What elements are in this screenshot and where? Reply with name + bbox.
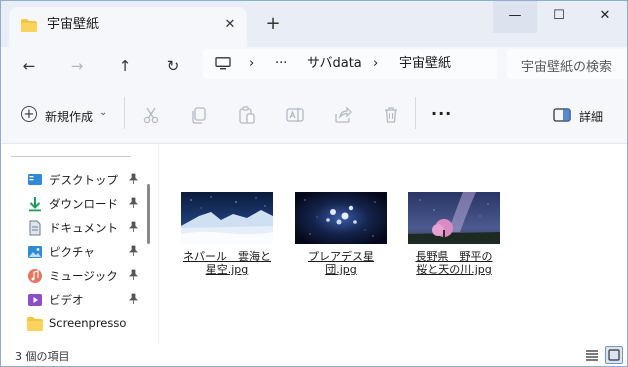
- breadcrumb-separator[interactable]: ›: [249, 55, 254, 73]
- close-window-button[interactable]: ✕: [583, 1, 627, 33]
- command-bar: + 新規作成 ⌄ ··· 詳細: [1, 85, 627, 144]
- share-icon[interactable]: [333, 105, 353, 125]
- sidebar-item-desktop[interactable]: デスクトップ: [27, 169, 145, 191]
- file-name-line: 桜と天の川.jpg: [416, 263, 492, 276]
- paste-icon[interactable]: [237, 105, 257, 125]
- pin-icon: [129, 245, 138, 256]
- download-icon: [29, 197, 41, 212]
- file-explorer-window: 宇宙壁紙 ✕ + — ☐ ✕ ← → ↑ ↻ › ··· サバdata › 宇宙…: [0, 0, 628, 367]
- details-pane-icon: [553, 108, 571, 122]
- file-item[interactable]: ネパール 雲海と 星空.jpg: [181, 192, 273, 276]
- pc-icon: [215, 57, 231, 70]
- large-icons-view-button[interactable]: [605, 346, 623, 364]
- sidebar-item-screenpresso[interactable]: Screenpresso: [27, 313, 145, 335]
- sidebar-item-label: ミュージック: [49, 269, 118, 283]
- cut-icon[interactable]: [141, 105, 161, 125]
- pin-icon: [129, 173, 138, 184]
- sidebar-item-label: ピクチャ: [49, 245, 95, 259]
- maximize-button[interactable]: ☐: [537, 1, 581, 33]
- copy-icon[interactable]: [189, 105, 209, 125]
- forward-button[interactable]: →: [65, 55, 89, 77]
- thumbnail-view-icon: [608, 349, 620, 361]
- details-label: 詳細: [579, 110, 604, 124]
- details-view-icon[interactable]: [583, 346, 601, 364]
- music-icon: [28, 269, 42, 283]
- desktop-icon: [28, 174, 42, 185]
- toolbar-divider: [415, 97, 416, 129]
- sidebar-item-label: ビデオ: [49, 293, 84, 307]
- nav-divider: [11, 156, 131, 157]
- minimize-button[interactable]: —: [493, 1, 537, 33]
- status-bar: 3 個の項目: [1, 344, 627, 366]
- file-name[interactable]: 長野県 野平の 桜と天の川.jpg: [408, 250, 500, 276]
- address-bar[interactable]: › ··· サバdata › 宇宙壁紙: [203, 49, 497, 79]
- navigation-bar: ← → ↑ ↻ › ··· サバdata › 宇宙壁紙 宇宙壁紙の検索: [1, 47, 627, 85]
- rename-icon[interactable]: [285, 105, 305, 125]
- breadcrumb-current-folder[interactable]: 宇宙壁紙: [399, 55, 451, 73]
- sidebar-item-music[interactable]: ミュージック: [27, 265, 145, 287]
- more-options-button[interactable]: ···: [431, 104, 452, 123]
- up-button[interactable]: ↑: [113, 55, 137, 77]
- file-name[interactable]: ネパール 雲海と 星空.jpg: [181, 250, 273, 276]
- file-name[interactable]: プレアデス星団.jpg: [295, 250, 387, 276]
- document-icon: [29, 220, 41, 236]
- sidebar-item-videos[interactable]: ビデオ: [27, 289, 145, 311]
- sidebar-item-label: ダウンロード: [49, 197, 118, 211]
- search-box[interactable]: 宇宙壁紙の検索: [507, 49, 627, 79]
- sidebar-item-label: デスクトップ: [49, 173, 118, 187]
- pin-icon: [129, 197, 138, 208]
- file-name-line: プレアデス星団.jpg: [308, 250, 374, 276]
- pictures-icon: [28, 246, 42, 258]
- tab-current-folder[interactable]: 宇宙壁紙 ✕: [9, 7, 247, 47]
- new-tab-button[interactable]: +: [263, 14, 283, 34]
- sidebar-item-downloads[interactable]: ダウンロード: [27, 193, 145, 215]
- breadcrumb-separator[interactable]: ›: [373, 55, 378, 73]
- sidebar-item-documents[interactable]: ドキュメント: [27, 217, 145, 239]
- close-tab-button[interactable]: ✕: [221, 16, 239, 34]
- file-name-line: 星空.jpg: [205, 263, 249, 276]
- video-icon: [28, 294, 42, 306]
- delete-icon[interactable]: [381, 105, 401, 125]
- file-name-line: 長野県 野平の: [415, 250, 493, 263]
- title-bar: 宇宙壁紙 ✕ + — ☐ ✕: [1, 1, 627, 47]
- toolbar-divider: [124, 97, 125, 129]
- file-name-line: ネパール 雲海と: [183, 250, 271, 263]
- new-button-label: 新規作成: [45, 110, 94, 124]
- nepal-thumbnail: [181, 192, 273, 244]
- navigation-pane: デスクトップ ダウンロード ドキュメント ピクチャ ミュージック ビデオ Scr…: [1, 144, 159, 344]
- file-item[interactable]: プレアデス星団.jpg: [295, 192, 387, 276]
- pleiades-thumbnail: [295, 192, 387, 244]
- navigation-scrollbar[interactable]: [147, 184, 150, 244]
- breadcrumb-overflow[interactable]: ···: [275, 55, 287, 73]
- tab-title: 宇宙壁紙: [47, 17, 100, 32]
- pin-icon: [129, 269, 138, 280]
- sidebar-item-pictures[interactable]: ピクチャ: [27, 241, 145, 263]
- folder-icon: [21, 19, 37, 32]
- breadcrumb-saba-data[interactable]: サバdata: [307, 55, 362, 73]
- refresh-button[interactable]: ↻: [161, 55, 185, 77]
- nagano-thumbnail: [408, 192, 500, 244]
- pin-icon: [129, 293, 138, 304]
- file-list: ネパール 雲海と 星空.jpg プレアデス星団.jpg 長野県 野平の 桜と天の…: [159, 144, 627, 344]
- back-button[interactable]: ←: [17, 55, 41, 77]
- sidebar-item-label: ドキュメント: [49, 221, 118, 235]
- search-placeholder: 宇宙壁紙の検索: [521, 60, 613, 75]
- sidebar-item-label: Screenpresso: [49, 316, 127, 330]
- folder-icon: [27, 317, 43, 331]
- item-count: 3 個の項目: [15, 350, 70, 363]
- pin-icon: [129, 221, 138, 232]
- file-item[interactable]: 長野県 野平の 桜と天の川.jpg: [408, 192, 500, 276]
- plus-icon: +: [21, 106, 37, 122]
- chevron-down-icon: ⌄: [99, 107, 108, 118]
